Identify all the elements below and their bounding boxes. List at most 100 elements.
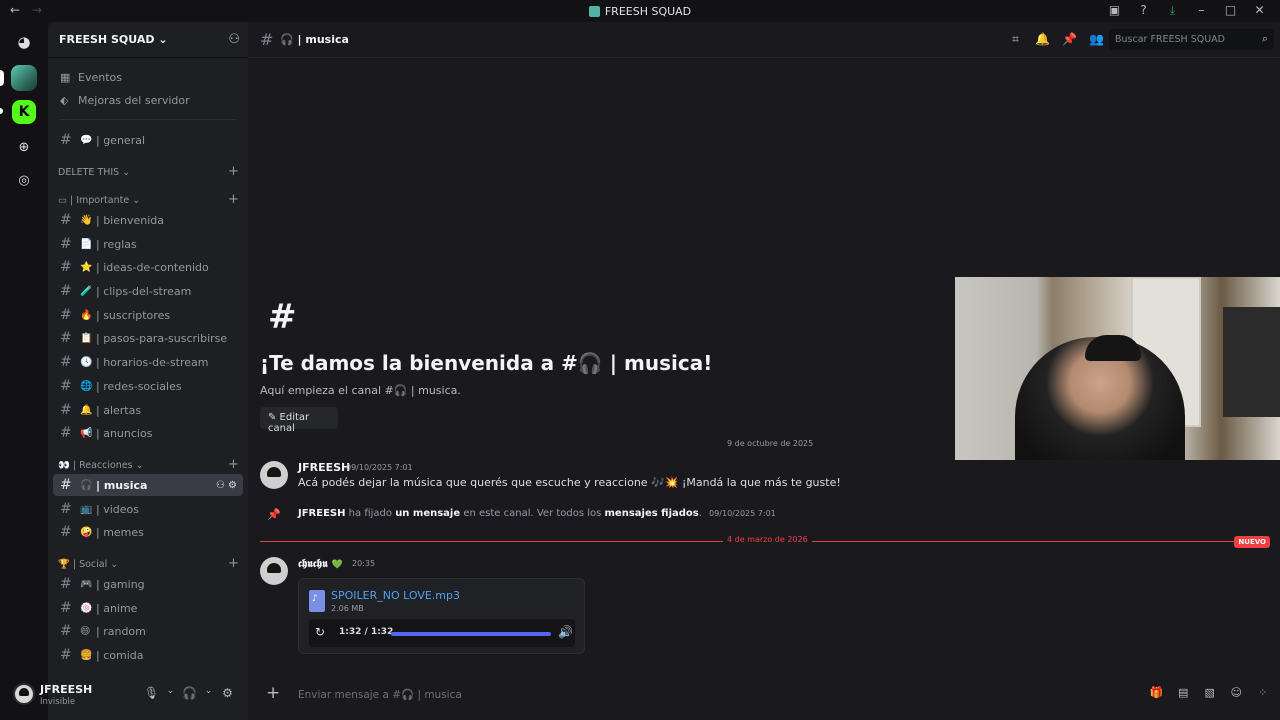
notifications-bell-icon[interactable]: 🔔 <box>1029 32 1056 47</box>
channel-settings-icon[interactable]: ⚙ <box>228 480 237 491</box>
replay-icon[interactable]: ↻ <box>315 625 325 639</box>
volume-icon[interactable]: 🔊 <box>558 625 573 639</box>
channel-gaming[interactable]: # 🎮 | gaming <box>53 573 243 595</box>
user-settings-icon[interactable]: ⚙ <box>218 686 237 700</box>
inbox-icon[interactable]: ▣ <box>1100 3 1129 18</box>
channel-alertas[interactable]: # 🔔 | alertas <box>53 399 243 421</box>
download-icon[interactable]: ⤓ <box>1158 3 1187 18</box>
pinned-messages-link[interactable]: mensajes fijados <box>605 508 699 519</box>
audio-file-icon <box>309 590 325 612</box>
channel-general[interactable]: # 💬 | general <box>53 129 243 151</box>
emoji-icon[interactable]: ☺ <box>1223 686 1250 699</box>
category-delete-this[interactable]: DELETE THIS ⌄ + <box>58 164 239 179</box>
webcam-overlay <box>955 277 1280 460</box>
category-reacciones[interactable]: 👀 | Reacciones ⌄ + <box>58 457 239 472</box>
user-status: Invisible <box>40 697 76 707</box>
user-avatar[interactable] <box>13 683 35 705</box>
explore-servers-icon[interactable]: ◎ <box>12 168 36 192</box>
composer-tools: 🎁 ▤ ▧ ☺ ⁘ <box>1144 686 1277 699</box>
channel-comida[interactable]: # 🍔 | comida <box>53 644 243 666</box>
sidebar-item-boosts[interactable]: ⬖ Mejoras del servidor <box>52 89 244 111</box>
channel-pasos-para-suscribirse[interactable]: # 📋 | pasos-para-suscribirse <box>53 327 243 349</box>
minimize-icon[interactable]: – <box>1187 3 1216 18</box>
channel-hash-large-icon: # <box>268 297 297 337</box>
attachment-filename[interactable]: SPOILER_NO LOVE.mp3 <box>331 589 460 602</box>
channel-anime[interactable]: # 🍥 | anime <box>53 597 243 619</box>
add-channel-icon[interactable]: + <box>228 192 239 207</box>
selected-indicator <box>0 70 4 86</box>
invite-people-icon[interactable]: ⚇ <box>228 32 240 47</box>
message-author[interactable]: 𝖈𝖍𝖚𝖈𝖍𝖚 💚 <box>298 557 343 571</box>
audio-player: ↻ 1:32 / 1:32 🔊 <box>309 619 575 647</box>
message-text: Acá podés dejar la música que querés que… <box>298 476 841 489</box>
server-name[interactable]: FREESH SQUAD ⌄ <box>59 33 168 46</box>
hash-icon: # <box>60 132 72 148</box>
nitro-badge-icon: 💚 <box>331 560 343 570</box>
close-icon[interactable]: ✕ <box>1245 3 1274 18</box>
channel-videos[interactable]: # 📺 | videos <box>53 498 243 520</box>
server-freesh-squad-icon[interactable] <box>11 65 37 91</box>
chevron-down-icon[interactable]: ⌄ <box>199 686 218 700</box>
hash-icon: # <box>60 354 72 370</box>
channel-anuncios[interactable]: # 📢 | anuncios <box>53 422 243 444</box>
channel-clips-del-stream[interactable]: # 🧪 | clips-del-stream <box>53 280 243 302</box>
message-input[interactable]: Enviar mensaje a #🎧 | musica <box>298 688 462 701</box>
create-invite-icon[interactable]: ⚇ <box>216 480 225 491</box>
channel-memes[interactable]: # 🤪 | memes <box>53 521 243 543</box>
microphone-icon[interactable]: 🎙 <box>142 686 161 700</box>
pinned-message-link[interactable]: un mensaje <box>395 508 460 519</box>
server-kick-icon[interactable]: K <box>12 100 36 124</box>
headphones-icon[interactable]: 🎧 <box>180 686 199 700</box>
message-composer: + Enviar mensaje a #🎧 | musica 🎁 ▤ ▧ ☺ ⁘ <box>256 677 1276 711</box>
add-channel-icon[interactable]: + <box>228 556 239 571</box>
channel-random[interactable]: # 😄 | random <box>53 620 243 642</box>
add-channel-icon[interactable]: + <box>228 164 239 179</box>
channel-redes-sociales[interactable]: # 🌐 | redes-sociales <box>53 375 243 397</box>
channel-suscriptores[interactable]: # 🔥 | suscriptores <box>53 304 243 326</box>
upload-plus-icon[interactable]: + <box>266 683 280 703</box>
channel-bienvenida[interactable]: # 👋 | bienvenida <box>53 209 243 231</box>
channel-title: 🎧 | musica <box>280 33 349 46</box>
sidebar-item-eventos[interactable]: ▦ Eventos <box>52 66 244 88</box>
channel-header: # 🎧 | musica ⌗ 🔔 📌 👥 Buscar FREESH SQUAD… <box>248 22 1280 58</box>
chevron-down-icon[interactable]: ⌄ <box>161 686 180 700</box>
hash-icon: # <box>60 283 72 299</box>
message-avatar[interactable] <box>260 461 288 489</box>
member-list-icon[interactable]: 👥 <box>1083 32 1110 47</box>
sticker-icon[interactable]: ▧ <box>1197 686 1224 699</box>
hash-icon: # <box>60 236 72 252</box>
channel-horarios-de-stream[interactable]: # 🕓 | horarios-de-stream <box>53 351 243 373</box>
channel-ideas-de-contenido[interactable]: # ⭐ | ideas-de-contenido <box>53 256 243 278</box>
search-icon[interactable]: ⌕ <box>1262 32 1268 46</box>
help-icon[interactable]: ? <box>1129 3 1158 18</box>
window-title: FREESH SQUAD <box>0 5 1280 18</box>
hash-icon: # <box>60 402 72 418</box>
hash-icon: # <box>60 623 72 639</box>
server-header[interactable]: FREESH SQUAD ⌄ ⚇ <box>48 22 248 58</box>
search-input[interactable]: Buscar FREESH SQUAD ⌕ <box>1109 29 1274 50</box>
pinned-messages-icon[interactable]: 📌 <box>1056 32 1083 47</box>
category-importante[interactable]: ▭ | Importante ⌄ + <box>58 192 239 207</box>
welcome-title: ¡Te damos la bienvenida a #🎧 | musica! <box>260 351 713 375</box>
category-social[interactable]: 🏆 | Social ⌄ + <box>58 556 239 571</box>
message-avatar[interactable] <box>260 557 288 585</box>
add-channel-icon[interactable]: + <box>228 457 239 472</box>
hash-icon: # <box>60 600 72 616</box>
hash-icon: # <box>60 212 72 228</box>
channel-reglas[interactable]: # 📄 | reglas <box>53 233 243 255</box>
playback-progress[interactable] <box>391 632 551 636</box>
unread-indicator <box>0 108 3 114</box>
apps-icon[interactable]: ⁘ <box>1250 686 1277 699</box>
user-name[interactable]: JFREESH <box>40 683 92 696</box>
edit-channel-button[interactable]: ✎ Editar canal <box>260 407 338 434</box>
message-author[interactable]: JFREESH <box>298 461 350 474</box>
channel-musica[interactable]: # 🎧 | musica ⚇ ⚙ <box>53 474 243 496</box>
add-server-icon[interactable]: ⊕ <box>12 135 36 159</box>
pin-icon: 📌 <box>267 508 281 521</box>
discord-home-icon[interactable]: ◕ <box>12 30 36 54</box>
threads-icon[interactable]: ⌗ <box>1002 32 1029 47</box>
new-messages-separator: 4 de marzo de 2026 NUEVO <box>260 535 1270 548</box>
maximize-icon[interactable]: □ <box>1216 3 1245 18</box>
gif-icon[interactable]: ▤ <box>1170 686 1197 699</box>
gift-icon[interactable]: 🎁 <box>1144 686 1171 699</box>
